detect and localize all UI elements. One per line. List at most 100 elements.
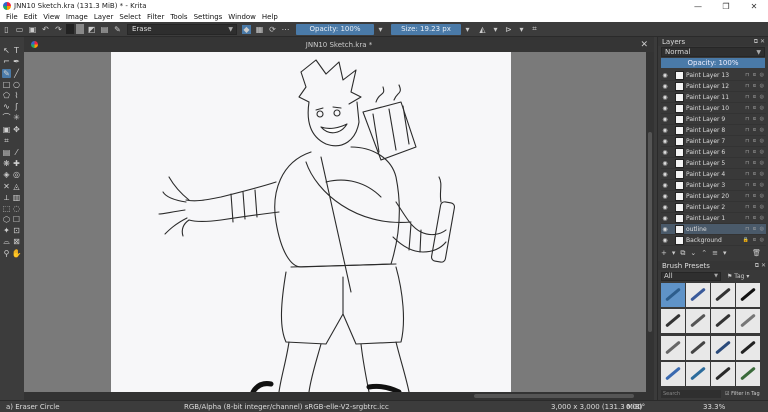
eye-icon[interactable]: ◉ xyxy=(661,182,669,189)
calligraphy-tool-icon[interactable]: ✒ xyxy=(12,57,21,66)
layer-row[interactable]: ◉ Paint Layer 2 ⊓ α ◎ xyxy=(661,202,766,213)
layer-row[interactable]: ◉ Paint Layer 5 ⊓ α ◎ xyxy=(661,158,766,169)
mirror-horizontal-icon[interactable]: ◭ xyxy=(478,25,487,34)
polyline-tool-icon[interactable]: ⌇ xyxy=(12,91,21,100)
reference-tool-icon[interactable]: ⟂ xyxy=(2,193,11,202)
layer-opacity-slider[interactable]: Opacity: 100% xyxy=(661,58,765,68)
lock-icon[interactable]: 🔒 α ◎ xyxy=(743,237,765,243)
menu-window[interactable]: Window xyxy=(228,13,256,21)
brush-preset-grid[interactable] xyxy=(661,283,761,387)
layer-flags-icon[interactable]: ⊓ α ◎ xyxy=(745,116,765,122)
menu-edit[interactable]: Edit xyxy=(24,13,38,21)
dock-buttons-icon[interactable]: ⧉ ✕ xyxy=(754,38,765,46)
save-icon[interactable]: ▣ xyxy=(28,25,37,34)
layer-flags-icon[interactable]: ⊓ α ◎ xyxy=(745,72,765,78)
size-menu-icon[interactable]: ▾ xyxy=(463,25,472,34)
rectangle-tool-icon[interactable]: □ xyxy=(2,80,11,89)
layer-row[interactable]: ◉ Paint Layer 10 ⊓ α ◎ xyxy=(661,103,766,114)
layer-flags-icon[interactable]: ⊓ α ◎ xyxy=(745,105,765,111)
preserve-alpha-icon[interactable]: ▦ xyxy=(255,25,264,34)
reload-preset-icon[interactable]: ⟳ xyxy=(268,25,277,34)
menu-help[interactable]: Help xyxy=(262,13,278,21)
menu-select[interactable]: Select xyxy=(119,13,141,21)
layer-properties-icon[interactable]: ≡ xyxy=(712,249,718,257)
colorize-mask-tool-icon[interactable]: ❋ xyxy=(2,159,11,168)
layer-flags-icon[interactable]: ⊓ α ◎ xyxy=(745,149,765,155)
brush-preset[interactable] xyxy=(736,283,760,307)
layer-row[interactable]: ◉ Paint Layer 12 ⊓ α ◎ xyxy=(661,81,766,92)
menu-tools[interactable]: Tools xyxy=(170,13,187,21)
layer-row[interactable]: ◉ Background 🔒 α ◎ xyxy=(661,235,766,246)
layer-flags-icon[interactable]: ⊓ α ◎ xyxy=(745,226,765,232)
status-rotation[interactable]: 0.00° xyxy=(626,403,645,411)
add-layer-menu-icon[interactable]: ▾ xyxy=(672,249,676,257)
brush-preset[interactable] xyxy=(686,335,710,360)
layer-row[interactable]: ◉ outline ⊓ α ◎ xyxy=(661,224,766,235)
freehand-path-tool-icon[interactable]: ʃ xyxy=(12,102,21,111)
polygon-select-tool-icon[interactable]: ⬡ xyxy=(2,215,11,224)
layer-flags-icon[interactable]: ⊓ α ◎ xyxy=(745,204,765,210)
add-layer-icon[interactable]: + xyxy=(661,249,667,257)
open-document-icon[interactable]: ▭ xyxy=(15,25,24,34)
drawing-canvas[interactable] xyxy=(111,52,511,392)
brush-preset-eraser[interactable] xyxy=(661,283,685,307)
background-color-swatch[interactable] xyxy=(76,24,84,34)
layer-flags-icon[interactable]: ⊓ α ◎ xyxy=(745,215,765,221)
layer-row[interactable]: ◉ Paint Layer 3 ⊓ α ◎ xyxy=(661,180,766,191)
eye-icon[interactable]: ◉ xyxy=(661,94,669,101)
brush-preset[interactable] xyxy=(711,335,735,360)
text-tool-icon[interactable]: T xyxy=(12,46,21,55)
menu-image[interactable]: Image xyxy=(66,13,88,21)
layer-menu-icon[interactable]: ▾ xyxy=(723,249,727,257)
eye-icon[interactable]: ◉ xyxy=(661,160,669,167)
menu-filter[interactable]: Filter xyxy=(147,13,164,21)
eye-icon[interactable]: ◉ xyxy=(661,237,669,244)
vertical-scrollbar[interactable] xyxy=(646,52,654,392)
eye-icon[interactable]: ◉ xyxy=(661,72,669,79)
move-down-icon[interactable]: ⌄ xyxy=(690,249,696,257)
brush-preset[interactable] xyxy=(686,361,710,386)
eye-icon[interactable]: ◉ xyxy=(661,127,669,134)
layer-row[interactable]: ◉ Paint Layer 6 ⊓ α ◎ xyxy=(661,147,766,158)
layer-row[interactable]: ◉ Paint Layer 13 ⊓ α ◎ xyxy=(661,70,766,81)
redo-icon[interactable]: ↷ xyxy=(54,25,63,34)
document-tab[interactable]: JNN10 Sketch.kra * ✕ xyxy=(24,37,654,52)
brush-preset[interactable] xyxy=(686,309,710,334)
brush-preset[interactable] xyxy=(661,361,685,386)
enclose-fill-tool-icon[interactable]: ◎ xyxy=(12,170,21,179)
brush-preset[interactable] xyxy=(736,361,760,386)
layer-flags-icon[interactable]: ⊓ α ◎ xyxy=(745,83,765,89)
rect-select-tool-icon[interactable]: ⬚ xyxy=(2,204,11,213)
layer-flags-icon[interactable]: ⊓ α ◎ xyxy=(745,127,765,133)
brush-preset[interactable] xyxy=(711,283,735,307)
fill-tool-icon[interactable]: ◈ xyxy=(2,170,11,179)
color-picker-tool-icon[interactable]: ⁄ xyxy=(12,148,21,157)
brush-preset[interactable] xyxy=(711,361,735,386)
dock-buttons-icon[interactable]: ⧉ ✕ xyxy=(755,262,766,270)
bezier-tool-icon[interactable]: ∿ xyxy=(2,102,11,111)
eye-icon[interactable]: ◉ xyxy=(661,171,669,178)
layer-row[interactable]: ◉ Paint Layer 9 ⊓ α ◎ xyxy=(661,114,766,125)
duplicate-layer-icon[interactable]: ⧉ xyxy=(680,249,685,258)
layer-row[interactable]: ◉ Paint Layer 11 ⊓ α ◎ xyxy=(661,92,766,103)
ellipse-select-tool-icon[interactable]: ◌ xyxy=(12,204,21,213)
move-tool-icon[interactable]: ✥ xyxy=(12,125,21,134)
brush-preset[interactable] xyxy=(661,309,685,334)
blend-mode-select[interactable]: Normal ▼ xyxy=(661,47,765,57)
freehand-brush-tool-icon[interactable]: ✎ xyxy=(2,69,11,78)
eye-icon[interactable]: ◉ xyxy=(661,204,669,211)
opacity-menu-icon[interactable]: ▾ xyxy=(376,25,385,34)
layer-flags-icon[interactable]: ⊓ α ◎ xyxy=(745,171,765,177)
layer-list[interactable]: ◉ Paint Layer 13 ⊓ α ◎ ◉ Paint Layer 12 ⊓ α … xyxy=(661,70,766,246)
status-zoom[interactable]: 33.3% xyxy=(703,403,725,411)
edit-shapes-tool-icon[interactable]: ⌐ xyxy=(2,57,11,66)
eye-icon[interactable]: ◉ xyxy=(661,215,669,222)
layer-row[interactable]: ◉ Paint Layer 7 ⊓ α ◎ xyxy=(661,136,766,147)
measure-tool-icon[interactable]: ◬ xyxy=(12,182,21,191)
brush-preset-select[interactable]: Erase ▼ xyxy=(127,23,237,35)
line-tool-icon[interactable]: ╱ xyxy=(12,69,21,78)
layer-flags-icon[interactable]: ⊓ α ◎ xyxy=(745,193,765,199)
layer-flags-icon[interactable]: ⊓ α ◎ xyxy=(745,160,765,166)
mirror-v-menu-icon[interactable]: ▾ xyxy=(517,25,526,34)
multibrush-tool-icon[interactable]: ✳ xyxy=(12,113,21,122)
